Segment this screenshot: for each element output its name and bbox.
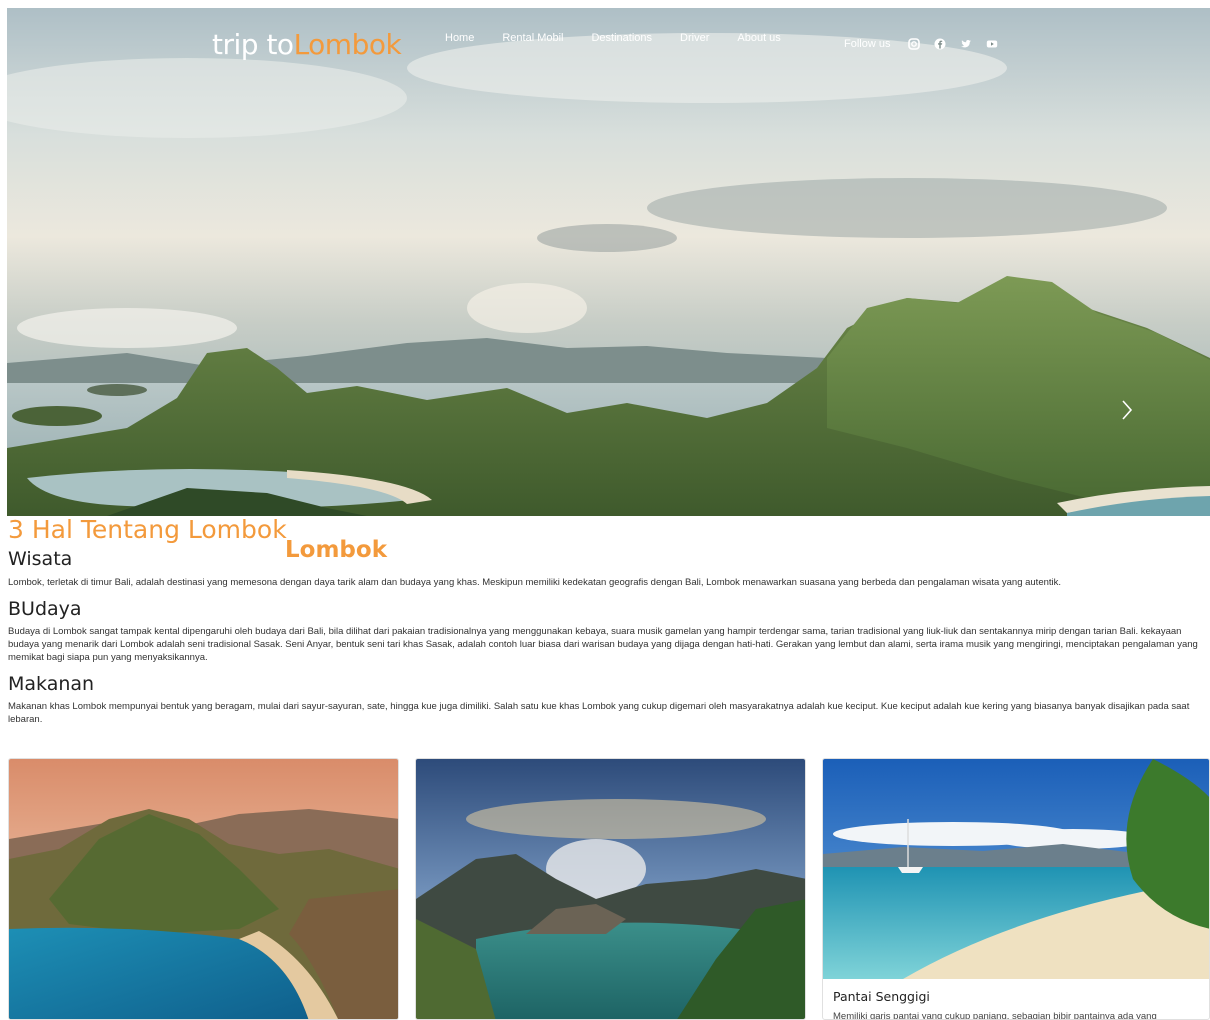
section-text-makanan: Makanan khas Lombok mempunyai bentuk yan… xyxy=(8,701,1190,725)
section-text-budaya: Budaya di Lombok sangat tampak kental di… xyxy=(8,626,1198,663)
carousel-next-button[interactable] xyxy=(1115,398,1139,422)
brand-highlight: Lombok xyxy=(293,28,402,61)
chevron-right-icon xyxy=(1122,400,1133,420)
section-heading-wisata: Wisata xyxy=(8,548,73,570)
card-image-bay xyxy=(9,759,398,1019)
follow-us-label: Follow us xyxy=(844,38,891,50)
destination-card[interactable] xyxy=(8,758,399,1020)
nav-link-home[interactable]: Home xyxy=(445,32,474,44)
youtube-icon[interactable] xyxy=(986,38,998,50)
card-title: Pantai Senggigi xyxy=(833,989,930,1004)
brand-prefix: trip to xyxy=(212,28,294,61)
nav-link-driver[interactable]: Driver xyxy=(680,32,709,44)
social-links: Follow us xyxy=(844,38,998,50)
card-image-beach xyxy=(823,759,1209,979)
card-image-crater-lake xyxy=(416,759,805,1019)
section-text-wisata: Lombok, terletak di timur Bali, adalah d… xyxy=(8,577,1062,588)
destination-card[interactable]: Pantai Senggigi Memiliki garis pantai ya… xyxy=(822,758,1210,1020)
section-heading-budaya: BUdaya xyxy=(8,598,82,620)
nav-menu: Home Rental Mobil Destinations Driver Ab… xyxy=(445,32,809,44)
top-navigation: trip toLombok Home Rental Mobil Destinat… xyxy=(7,8,1210,88)
twitter-icon[interactable] xyxy=(960,38,972,50)
hero-carousel: trip toLombok Home Rental Mobil Destinat… xyxy=(7,8,1210,516)
nav-link-rental-mobil[interactable]: Rental Mobil xyxy=(502,32,563,44)
nav-link-destinations[interactable]: Destinations xyxy=(591,32,652,44)
instagram-icon[interactable] xyxy=(908,38,921,50)
facebook-icon[interactable] xyxy=(934,38,946,50)
page-title: 3 Hal Tentang Lombok xyxy=(8,515,287,544)
nav-link-about-us[interactable]: About us xyxy=(737,32,780,44)
destination-card[interactable] xyxy=(415,758,806,1020)
brand-word: Lombok xyxy=(285,537,387,563)
about-section: 3 Hal Tentang Lombok Lombok Wisata Lombo… xyxy=(8,516,1203,726)
card-text: Memiliki garis pantai yang cukup panjang… xyxy=(833,1011,1157,1020)
destination-cards: Pantai Senggigi Memiliki garis pantai ya… xyxy=(8,758,1210,1020)
section-heading-makanan: Makanan xyxy=(8,673,95,695)
brand-logo[interactable]: trip toLombok xyxy=(212,28,402,61)
